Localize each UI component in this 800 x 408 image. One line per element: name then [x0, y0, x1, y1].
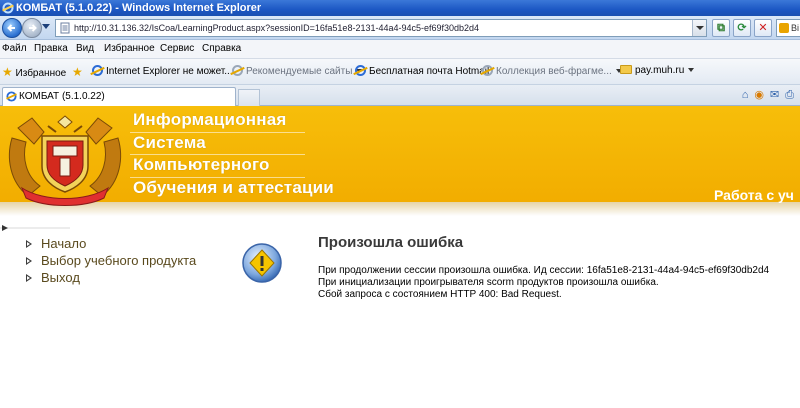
tab-bar: КОМБАТ (5.1.0.22) ⌂ ◉ ✉ ⎙ [0, 85, 800, 106]
banner-section-title: Работа с уч [714, 187, 794, 203]
menu-bar: Файл Правка Вид Избранное Сервис Справка [0, 40, 800, 59]
page-content: Информационная Система Компьютерного Обу… [0, 106, 800, 408]
fav-link-label: Бесплатная почта Hotmail [369, 66, 490, 77]
error-message-session: При продолжении сессии произошла ошибка.… [318, 265, 770, 276]
command-bar: ⌂ ◉ ✉ ⎙ [736, 88, 794, 102]
nav-item-logout[interactable]: Выход [24, 270, 196, 287]
banner-title-line-4: Обучения и аттестации [133, 178, 334, 197]
triangle-right-icon [26, 240, 32, 248]
fav-hotmail[interactable]: Бесплатная почта Hotmail [355, 65, 489, 77]
address-bar: ⧉ ⟳ ✕ Bi [0, 16, 800, 40]
favorites-bar: ★ Избранное ★ Internet Explorer не может… [0, 59, 800, 85]
window-titlebar: КОМБАТ (5.1.0.22) - Windows Internet Exp… [0, 0, 800, 16]
url-dropdown-icon[interactable] [692, 20, 706, 36]
banner-title-line-1: Информационная [133, 110, 287, 129]
suggested-sites-icon [232, 65, 243, 76]
add-favorite-icon: ★ [72, 65, 83, 79]
ie-page-icon [92, 65, 103, 76]
menu-file[interactable]: Файл [2, 43, 27, 54]
compatibility-view-button[interactable]: ⧉ [712, 19, 730, 37]
chevron-down-icon [688, 68, 695, 72]
nav-item-home[interactable]: Начало [24, 236, 196, 253]
banner-title-line-3: Компьютерного [133, 155, 270, 174]
fav-web-slices[interactable]: Коллекция веб-фрагме... [482, 65, 622, 77]
emblem-logo-icon [8, 115, 122, 206]
banner-title-line-2: Система [133, 133, 206, 152]
refresh-icon: ⟳ [737, 22, 747, 34]
forward-button[interactable] [22, 18, 42, 38]
folder-icon [620, 65, 632, 74]
window-title: КОМБАТ (5.1.0.22) - Windows Internet Exp… [16, 2, 262, 14]
search-box[interactable]: Bi [776, 19, 800, 37]
stop-button[interactable]: ✕ [754, 19, 772, 37]
fav-link-label: Коллекция веб-фрагме... [496, 66, 612, 77]
forward-arrow-icon [29, 24, 37, 32]
tab-label: КОМБАТ (5.1.0.22) [19, 91, 105, 102]
warning-icon [242, 243, 282, 283]
address-field[interactable] [55, 19, 707, 37]
ie-page-icon [6, 91, 17, 102]
error-title: Произошла ошибка [318, 234, 464, 251]
left-navigation: Начало Выбор учебного продукта Выход [24, 236, 196, 287]
menu-divider-ornament [0, 225, 70, 231]
menu-favorites[interactable]: Избранное [104, 43, 155, 54]
page-icon [60, 22, 70, 34]
url-input[interactable] [74, 21, 684, 35]
nav-item-label: Выбор учебного продукта [41, 253, 197, 268]
triangle-right-icon [26, 274, 32, 282]
nav-item-label: Начало [41, 236, 87, 251]
print-icon[interactable]: ⎙ [785, 89, 794, 101]
search-provider-icon [779, 23, 789, 33]
error-message-http: Сбой запроса с состоянием HTTP 400: Bad … [318, 289, 562, 300]
mail-icon[interactable]: ✉ [770, 89, 779, 101]
fav-link-label: Internet Explorer не может... [106, 66, 233, 77]
fav-link-label: pay.muh.ru [635, 65, 685, 76]
close-icon: ✕ [758, 22, 768, 34]
menu-edit[interactable]: Правка [34, 43, 68, 54]
error-message-scorm: При инициализации проигрывателя scorm пр… [318, 277, 659, 288]
ie-app-icon [2, 2, 14, 14]
new-tab-button[interactable] [238, 89, 260, 106]
menu-tools[interactable]: Сервис [160, 43, 194, 54]
favorites-button[interactable]: ★ Избранное [2, 65, 66, 79]
add-to-favorites-button[interactable]: ★ [72, 65, 83, 79]
history-dropdown-icon[interactable] [42, 24, 50, 29]
triangle-right-icon [26, 257, 32, 265]
menu-help[interactable]: Справка [202, 43, 241, 54]
star-icon: ★ [2, 65, 13, 79]
refresh-button[interactable]: ⟳ [733, 19, 751, 37]
fav-link-label: Рекомендуемые сайты [246, 66, 353, 77]
compat-icon: ⧉ [717, 22, 725, 34]
nav-item-select-product[interactable]: Выбор учебного продукта [24, 253, 196, 270]
fav-link-ie-error[interactable]: Internet Explorer не может... [92, 65, 233, 77]
nav-item-label: Выход [41, 270, 80, 285]
feeds-icon[interactable]: ◉ [754, 89, 764, 101]
home-icon[interactable]: ⌂ [742, 89, 749, 101]
fav-suggested-sites[interactable]: Рекомендуемые сайты [232, 65, 363, 77]
menu-view[interactable]: Вид [76, 43, 94, 54]
web-slice-icon [482, 65, 493, 76]
back-button[interactable] [2, 18, 22, 38]
search-text: Bi [791, 23, 800, 33]
fav-folder-pay[interactable]: pay.muh.ru [620, 65, 695, 76]
favorites-label: Избранное [15, 68, 67, 79]
hotmail-icon [355, 65, 366, 76]
tab-kombat[interactable]: КОМБАТ (5.1.0.22) [2, 87, 236, 106]
back-arrow-icon [7, 24, 15, 32]
